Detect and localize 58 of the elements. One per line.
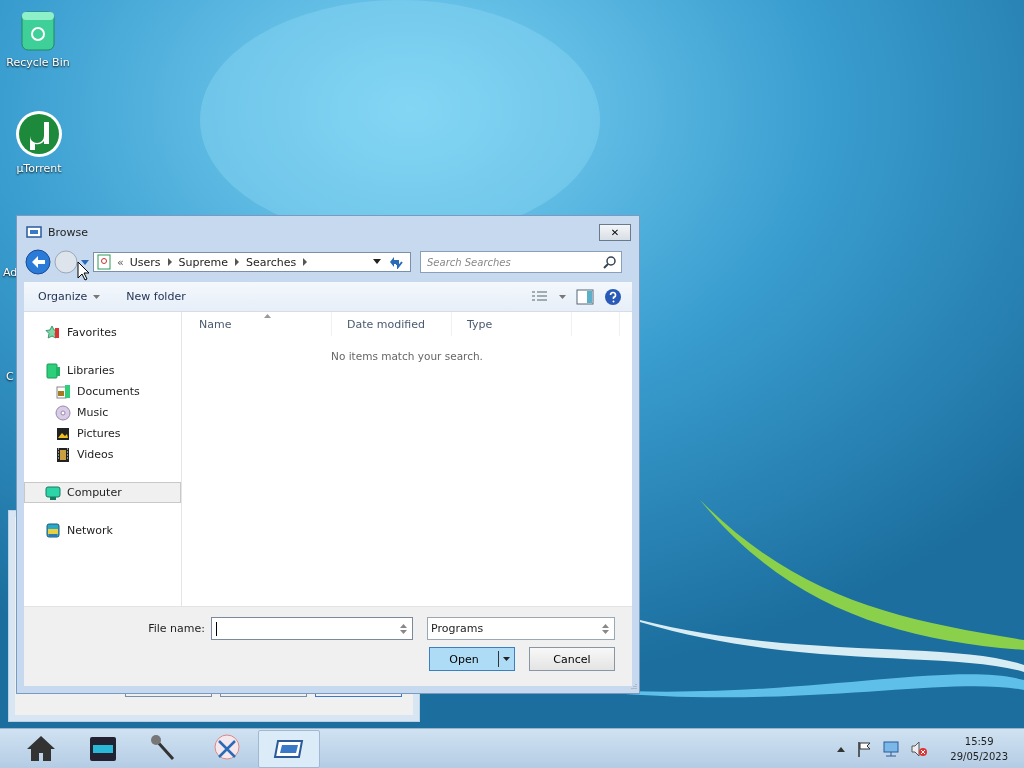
search-icon[interactable] (603, 255, 617, 269)
flag-icon[interactable] (856, 740, 873, 757)
nav-item[interactable]: Videos (24, 444, 181, 465)
nav-item[interactable]: Network (24, 520, 181, 541)
nav-item[interactable]: Music (24, 402, 181, 423)
help-icon[interactable] (604, 287, 622, 306)
open-button[interactable]: Open (429, 647, 515, 671)
monitor-icon (45, 484, 61, 501)
column-header[interactable]: Date modified (332, 312, 452, 336)
chevron-icon[interactable] (166, 258, 173, 266)
toolbar-button[interactable]: New folder (118, 287, 194, 306)
forward-button[interactable] (53, 249, 79, 275)
resize-grip-icon[interactable] (629, 683, 637, 691)
column-header[interactable]: Name (182, 312, 332, 336)
sort-arrow-icon (264, 314, 271, 318)
back-button[interactable] (24, 248, 52, 276)
caret-icon[interactable] (80, 258, 90, 266)
chevron-icon[interactable] (302, 258, 309, 266)
close-button[interactable]: ✕ (599, 223, 631, 241)
spinner-icon[interactable] (400, 623, 407, 634)
icon-label[interactable]: C (6, 370, 14, 383)
spinner-icon[interactable] (602, 623, 609, 634)
search-field[interactable]: Search Searches (420, 251, 622, 273)
disc-icon (55, 404, 71, 421)
clock[interactable]: 15:59 29/05/2023 (950, 733, 1008, 764)
refresh-icon[interactable] (388, 255, 404, 269)
breadcrumb-item[interactable]: Searches (246, 255, 297, 269)
window-title: Browse (48, 225, 89, 239)
cursor-icon (77, 261, 91, 281)
file-type-dropdown[interactable]: Programs (427, 617, 615, 640)
library-icon (45, 362, 61, 379)
breadcrumb-item[interactable]: Users (129, 255, 161, 269)
dropdown-icon[interactable] (372, 259, 382, 265)
network-icon[interactable] (882, 740, 901, 757)
nav-item[interactable]: Favorites (24, 322, 181, 343)
caret-icon[interactable] (503, 657, 510, 661)
document-icon (55, 383, 71, 400)
overflow-chevron[interactable]: « (117, 255, 124, 269)
torrent-app-icon[interactable] (14, 110, 64, 158)
film-icon (55, 446, 71, 463)
file-name-field[interactable] (211, 617, 413, 640)
toolbar-button[interactable]: Organize (30, 287, 109, 306)
star-icon (45, 324, 61, 341)
column-header[interactable]: Type (452, 312, 572, 336)
nav-item[interactable]: Computer (24, 482, 181, 503)
window-icon (26, 225, 42, 239)
recycle-bin-icon[interactable] (18, 8, 58, 52)
cancel-button[interactable]: Cancel (529, 647, 615, 671)
picture-icon (55, 425, 71, 442)
empty-message: No items match your search. (331, 350, 483, 362)
nav-item[interactable]: Pictures (24, 423, 181, 444)
volume-muted-icon[interactable] (910, 740, 929, 757)
chevron-icon[interactable] (234, 258, 240, 266)
field-label: File name: (148, 622, 205, 635)
address-bar[interactable]: « Users Supreme Searches (93, 252, 411, 272)
nav-item[interactable]: Libraries (24, 360, 181, 381)
nav-item[interactable]: Documents (24, 381, 181, 402)
breadcrumb-item[interactable]: Supreme (178, 255, 228, 269)
